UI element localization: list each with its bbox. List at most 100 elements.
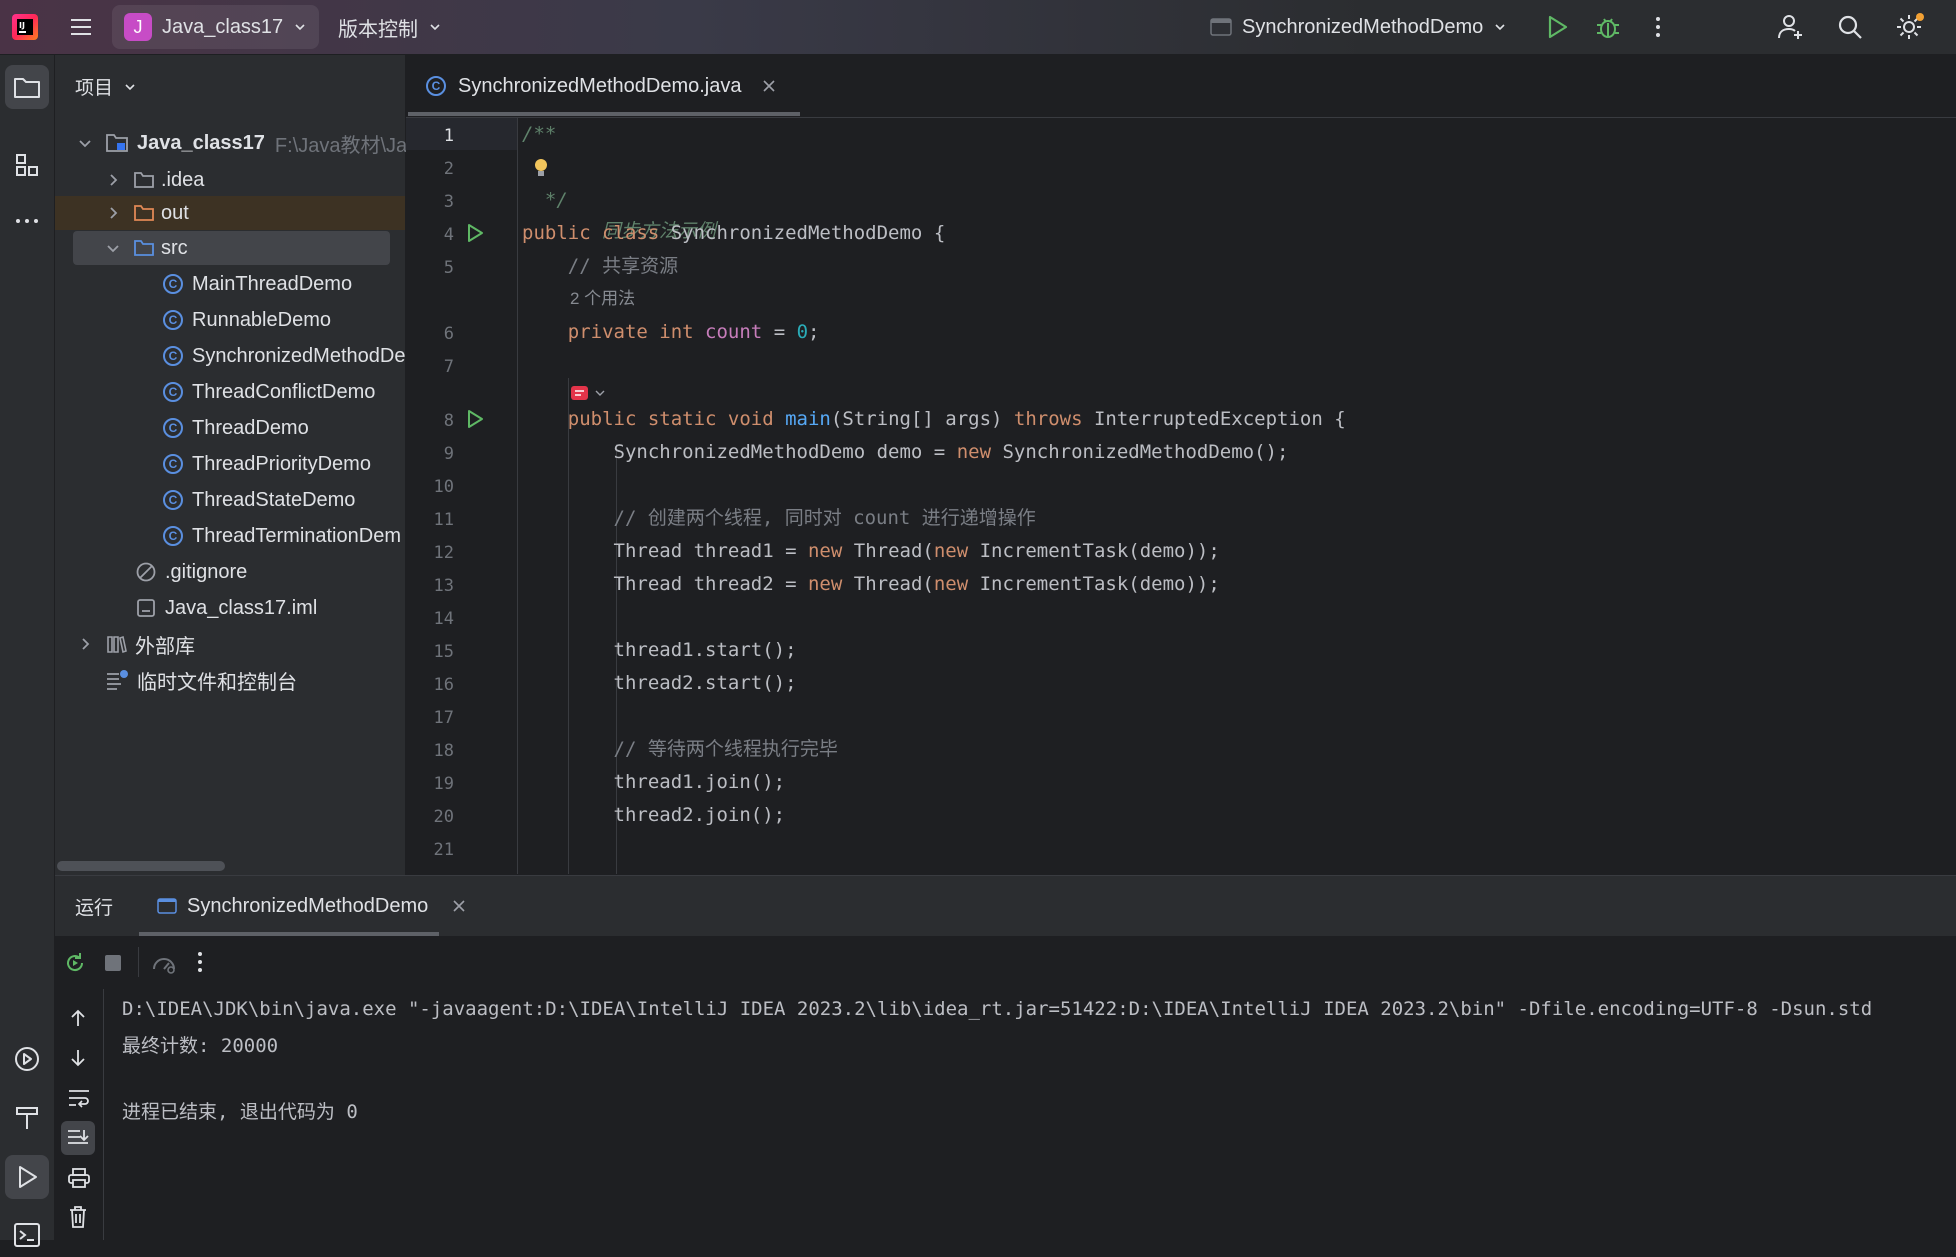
tree-item-label: MainThreadDemo bbox=[192, 272, 353, 295]
line-number: 2 bbox=[443, 159, 454, 179]
tree-item-label: ThreadStateDemo bbox=[192, 488, 356, 511]
tree-item-external-libraries[interactable]: 外部库 bbox=[77, 627, 195, 661]
run-config-selector[interactable]: SynchronizedMethodDemo bbox=[1210, 0, 1507, 54]
code-line: thread2.join(); bbox=[613, 804, 786, 826]
code-line: public static void main(String[] args) t… bbox=[567, 408, 1346, 430]
project-badge: J bbox=[124, 13, 152, 41]
chevron-right-icon[interactable] bbox=[105, 205, 121, 221]
add-user-icon[interactable] bbox=[1776, 0, 1806, 54]
soft-wrap-icon[interactable] bbox=[67, 1087, 91, 1109]
tree-item-class[interactable]: C RunnableDemo bbox=[163, 303, 331, 337]
tree-item-out[interactable]: out bbox=[105, 196, 189, 230]
tree-root[interactable]: Java_class17 F:\Java教材\Ja bbox=[77, 126, 407, 160]
run-config-tab-label: SynchronizedMethodDemo bbox=[187, 894, 429, 917]
settings-icon[interactable] bbox=[1894, 0, 1926, 54]
code-line: 同步方法示例 bbox=[522, 151, 716, 242]
code-line: thread1.start(); bbox=[613, 639, 797, 661]
code-line: private int count = 0; bbox=[567, 321, 820, 343]
profiler-icon[interactable] bbox=[151, 951, 177, 975]
tree-item-class[interactable]: C ThreadDemo bbox=[163, 411, 309, 445]
more-vertical-icon[interactable] bbox=[193, 949, 207, 975]
lightbulb-icon[interactable] bbox=[532, 157, 550, 179]
tree-item-class[interactable]: C SynchronizedMethodDe bbox=[163, 339, 405, 373]
tree-item-class[interactable]: C ThreadTerminationDem bbox=[163, 519, 401, 553]
horizontal-scrollbar[interactable] bbox=[57, 861, 225, 871]
ai-inline-hint[interactable] bbox=[570, 384, 606, 402]
debug-icon[interactable] bbox=[1594, 0, 1622, 54]
editor-tab-active[interactable]: C SynchronizedMethodDemo.java bbox=[426, 55, 776, 117]
chevron-down-icon bbox=[125, 83, 135, 90]
tree-item-label: .idea bbox=[161, 168, 205, 191]
terminal-icon bbox=[14, 1223, 40, 1247]
line-number: 10 bbox=[433, 477, 454, 497]
more-horizontal-icon bbox=[16, 219, 38, 223]
usage-hint[interactable]: 2 个用法 bbox=[570, 283, 635, 315]
more-vertical-icon[interactable] bbox=[1648, 0, 1668, 54]
class-icon: C bbox=[163, 490, 183, 510]
tree-item-class[interactable]: C ThreadStateDemo bbox=[163, 483, 355, 517]
scroll-to-end-icon[interactable] bbox=[61, 1121, 95, 1155]
tree-item-gitignore[interactable]: .gitignore bbox=[135, 555, 247, 589]
tree-item-scratches[interactable]: 临时文件和控制台 bbox=[105, 663, 297, 697]
tree-item-idea[interactable]: .idea bbox=[105, 163, 204, 197]
line-number: 11 bbox=[433, 510, 454, 530]
line-number: 19 bbox=[433, 774, 454, 794]
title-bar: IJ J Java_class17 版本控制 SynchronizedMetho… bbox=[0, 0, 1956, 55]
code-line: Thread thread2 = new Thread(new Incremen… bbox=[613, 573, 1220, 595]
line-number: 7 bbox=[443, 357, 454, 377]
vcs-menu[interactable]: 版本控制 bbox=[338, 0, 442, 54]
close-icon[interactable] bbox=[452, 899, 466, 913]
more-tools-button[interactable] bbox=[5, 199, 49, 243]
ide-logo-icon[interactable]: IJ bbox=[10, 0, 40, 54]
hammer-icon bbox=[16, 1107, 38, 1129]
run-config-tab[interactable]: SynchronizedMethodDemo bbox=[157, 876, 466, 936]
code-editor[interactable]: /** 同步方法示例 */ public class SynchronizedM… bbox=[518, 118, 1956, 874]
tree-item-class[interactable]: C ThreadConflictDemo bbox=[163, 375, 375, 409]
run-icon[interactable] bbox=[1544, 0, 1570, 54]
chevron-right-icon[interactable] bbox=[77, 636, 93, 652]
services-icon bbox=[15, 1047, 39, 1071]
print-icon[interactable] bbox=[67, 1167, 91, 1189]
arrow-up-icon[interactable] bbox=[67, 1007, 89, 1029]
chevron-down-icon[interactable] bbox=[77, 135, 93, 151]
tree-item-class[interactable]: C MainThreadDemo bbox=[163, 267, 352, 301]
ignore-file-icon bbox=[136, 562, 156, 582]
line-number: 12 bbox=[433, 543, 454, 563]
chevron-right-icon[interactable] bbox=[105, 172, 121, 188]
project-tool-button[interactable] bbox=[5, 65, 49, 109]
structure-tool-button[interactable] bbox=[5, 143, 49, 187]
root-path: F:\Java教材\Ja bbox=[274, 134, 408, 157]
source-folder-icon bbox=[134, 240, 154, 256]
project-header[interactable]: 项目 bbox=[75, 73, 137, 100]
close-icon[interactable] bbox=[762, 79, 776, 93]
tree-item-src[interactable]: src bbox=[105, 231, 188, 265]
project-switcher[interactable]: J Java_class17 bbox=[112, 5, 320, 49]
class-icon: C bbox=[163, 274, 183, 294]
stop-icon[interactable] bbox=[103, 953, 123, 973]
tree-item-label: 临时文件和控制台 bbox=[137, 671, 297, 694]
run-gutter-icon[interactable] bbox=[464, 222, 486, 244]
build-tool-button[interactable] bbox=[5, 1095, 49, 1139]
run-icon bbox=[19, 1166, 37, 1188]
project-name: Java_class17 bbox=[162, 15, 284, 38]
chevron-down-icon[interactable] bbox=[105, 240, 121, 256]
folder-icon bbox=[14, 78, 40, 98]
search-icon[interactable] bbox=[1836, 0, 1864, 54]
tree-item-label: out bbox=[161, 201, 189, 224]
tree-item-label: ThreadConflictDemo bbox=[192, 380, 376, 403]
vcs-label: 版本控制 bbox=[338, 18, 418, 41]
console-output[interactable]: D:\IDEA\JDK\bin\java.exe "-javaagent:D:\… bbox=[120, 990, 1956, 1240]
library-icon bbox=[107, 635, 127, 654]
arrow-down-icon[interactable] bbox=[67, 1047, 89, 1069]
terminal-tool-button[interactable] bbox=[5, 1213, 49, 1257]
run-gutter-icon[interactable] bbox=[464, 408, 486, 430]
hamburger-menu-icon[interactable] bbox=[68, 0, 94, 54]
code-line: public class SynchronizedMethodDemo { bbox=[522, 222, 946, 244]
run-tool-button[interactable] bbox=[5, 1155, 49, 1199]
trash-icon[interactable] bbox=[67, 1205, 89, 1229]
tree-item-iml[interactable]: Java_class17.iml bbox=[135, 591, 317, 625]
tree-item-class[interactable]: C ThreadPriorityDemo bbox=[163, 447, 371, 481]
services-tool-button[interactable] bbox=[5, 1037, 49, 1081]
tab-label: SynchronizedMethodDemo.java bbox=[458, 74, 742, 97]
rerun-icon[interactable] bbox=[63, 951, 87, 975]
